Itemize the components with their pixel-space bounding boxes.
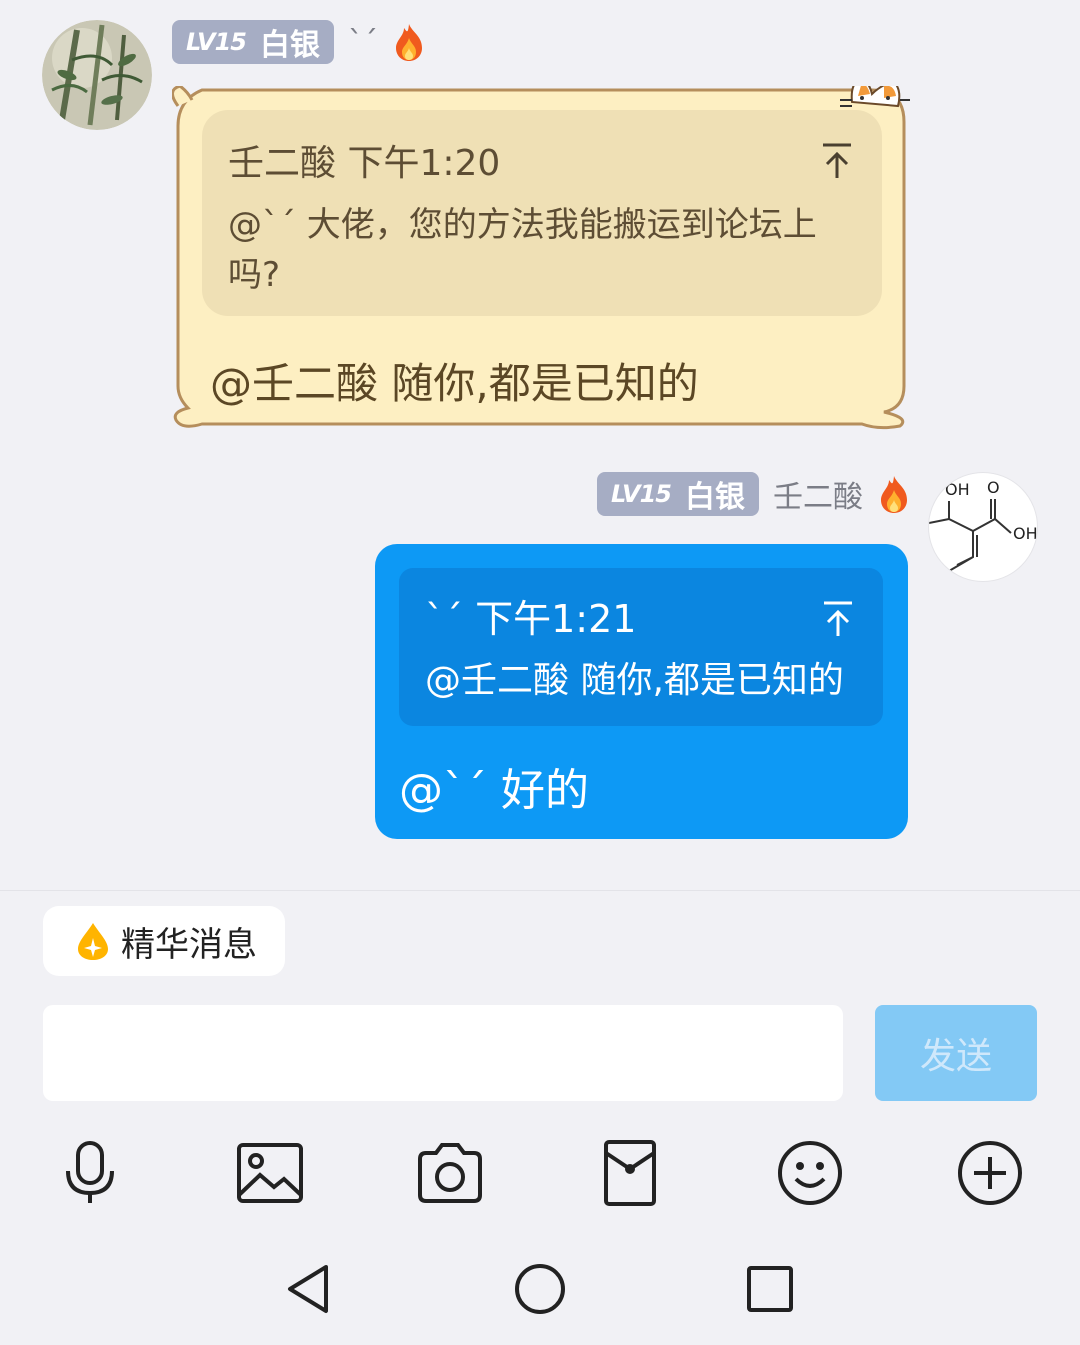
atom-label: OH	[945, 480, 970, 499]
sender-name[interactable]: ˋˊ	[348, 25, 378, 60]
system-navigation-bar	[0, 1235, 1080, 1345]
droplet-star-icon	[78, 923, 108, 960]
level-label: LV15	[611, 480, 672, 508]
quoted-message[interactable]: ˋˊ 下午1:21 @壬二酸 随你,都是已知的	[399, 568, 883, 726]
atom-label: OH	[1013, 524, 1038, 543]
red-envelope-icon[interactable]	[596, 1139, 664, 1207]
chat-message-list[interactable]: LV15 白银 ˋˊ 壬二酸 下午1:20 @ˋˊ 大佬，您的方法我能搬运到论坛…	[0, 0, 1080, 890]
sender-name[interactable]: 壬二酸	[773, 472, 863, 516]
back-icon[interactable]	[280, 1259, 340, 1319]
sender-avatar[interactable]	[42, 20, 152, 130]
home-icon[interactable]	[510, 1259, 570, 1319]
message-input[interactable]	[43, 1005, 843, 1101]
fire-icon	[395, 24, 422, 61]
fire-icon	[880, 476, 907, 513]
jump-to-original-icon[interactable]	[821, 600, 855, 638]
outgoing-message-bubble[interactable]: ˋˊ 下午1:21 @壬二酸 随你,都是已知的 @ˋˊ 好的	[375, 544, 908, 839]
recents-icon[interactable]	[740, 1259, 800, 1319]
level-title: 白银	[259, 28, 320, 63]
level-title: 白银	[684, 480, 745, 515]
jump-to-original-icon[interactable]	[820, 142, 854, 180]
image-icon[interactable]	[236, 1139, 304, 1207]
essence-messages-button[interactable]: 精华消息	[43, 906, 285, 976]
message-text: @壬二酸 随你,都是已知的	[210, 359, 699, 408]
quote-time: 下午1:21	[475, 597, 637, 641]
level-badge: LV15 白银	[597, 472, 759, 516]
input-panel: 精华消息 发送	[0, 890, 1080, 1235]
atom-label: O	[987, 478, 1000, 497]
microphone-icon[interactable]	[56, 1139, 124, 1207]
level-badge: LV15 白银	[172, 20, 334, 64]
sender-info: LV15 白银 壬二酸	[597, 472, 911, 516]
quote-author: ˋˊ	[425, 597, 463, 641]
quote-header: 壬二酸 下午1:20	[228, 134, 500, 186]
quote-text: @ˋˊ 大佬，您的方法我能搬运到论坛上吗?	[228, 205, 817, 295]
quote-time: 下午1:20	[347, 143, 501, 184]
send-button[interactable]: 发送	[875, 1005, 1037, 1101]
self-avatar[interactable]: OH O OH	[928, 472, 1038, 582]
emoji-icon[interactable]	[776, 1139, 844, 1207]
quote-author: 壬二酸	[228, 143, 337, 184]
quote-header: ˋˊ 下午1:21	[425, 588, 636, 643]
quoted-message[interactable]: 壬二酸 下午1:20 @ˋˊ 大佬，您的方法我能搬运到论坛上吗?	[202, 110, 882, 316]
essence-label: 精华消息	[121, 924, 257, 965]
camera-icon[interactable]	[416, 1139, 484, 1207]
sender-info: LV15 白银 ˋˊ	[172, 20, 426, 64]
quote-text: @壬二酸 随你,都是已知的	[425, 660, 844, 701]
level-label: LV15	[186, 28, 247, 56]
message-text: @ˋˊ 好的	[399, 765, 589, 816]
plus-icon[interactable]	[956, 1139, 1024, 1207]
